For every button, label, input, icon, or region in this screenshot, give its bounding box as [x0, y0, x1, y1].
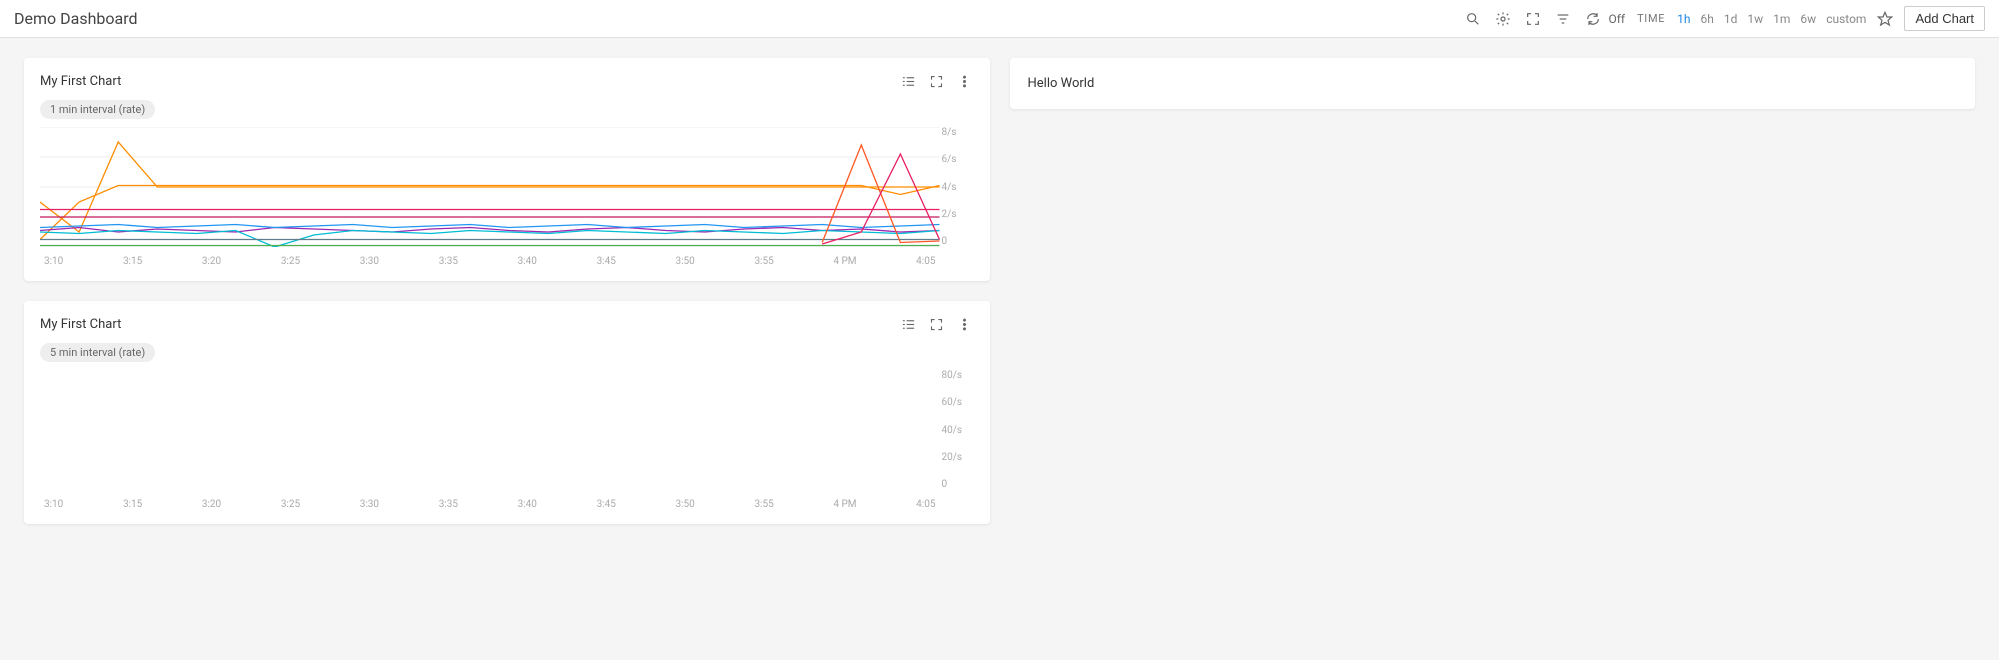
y-tick: 60/s: [940, 397, 974, 408]
star-icon[interactable]: [1874, 8, 1896, 30]
time-range-selector: 1h 6h 1d 1w 1m 6w custom: [1677, 12, 1866, 26]
y-tick: 6/s: [940, 154, 974, 165]
header-toolbar: Off TIME 1h 6h 1d 1w 1m 6w custom Add Chart: [1462, 6, 1985, 31]
y-tick: 0: [940, 236, 974, 247]
dashboard-title: Demo Dashboard: [14, 9, 138, 28]
x-tick: 3:30: [360, 499, 379, 510]
y-tick: 2/s: [940, 209, 974, 220]
x-tick: 3:25: [281, 256, 300, 267]
refresh-control[interactable]: Off: [1582, 8, 1625, 30]
x-tick: 3:50: [676, 499, 695, 510]
y-tick: 40/s: [940, 425, 974, 436]
x-tick: 3:15: [123, 499, 142, 510]
x-tick: 4 PM: [833, 499, 856, 510]
fullscreen-icon[interactable]: [1522, 8, 1544, 30]
dashboard-workspace: My First Chart 1 min interval (rate) 8/s…: [0, 38, 1999, 544]
x-tick: 4:05: [916, 499, 935, 510]
interval-badge: 1 min interval (rate): [40, 100, 155, 119]
x-tick: 3:55: [754, 499, 773, 510]
x-tick: 3:10: [44, 256, 63, 267]
line-chart: 8/s 6/s 4/s 2/s 0 3:10 3:15 3:20 3:25 3:30 3:35 3:…: [40, 127, 974, 267]
x-tick: 3:45: [597, 256, 616, 267]
chart-title: My First Chart: [40, 317, 121, 332]
x-tick: 3:50: [676, 256, 695, 267]
x-tick: 3:35: [439, 499, 458, 510]
x-tick: 3:20: [202, 256, 221, 267]
time-range-6w[interactable]: 6w: [1800, 12, 1816, 26]
text-panel: Hello World: [1010, 58, 1976, 109]
time-range-1w[interactable]: 1w: [1747, 12, 1763, 26]
chart-title: My First Chart: [40, 74, 121, 89]
y-tick: 80/s: [940, 370, 974, 381]
chart-panel-2: My First Chart 5 min interval (rate) 80/…: [24, 301, 990, 524]
time-range-1h[interactable]: 1h: [1677, 12, 1690, 26]
x-tick: 3:40: [518, 499, 537, 510]
expand-icon[interactable]: [928, 72, 946, 90]
x-tick: 3:30: [360, 256, 379, 267]
time-range-1m[interactable]: 1m: [1773, 12, 1790, 26]
more-icon[interactable]: [956, 72, 974, 90]
x-tick: 3:55: [754, 256, 773, 267]
x-tick: 3:40: [518, 256, 537, 267]
x-tick: 4:05: [916, 256, 935, 267]
y-tick: 20/s: [940, 452, 974, 463]
y-tick: 8/s: [940, 127, 974, 138]
x-tick: 3:35: [439, 256, 458, 267]
refresh-icon: [1582, 8, 1604, 30]
bar-chart: 80/s 60/s 40/s 20/s 0 3:10 3:15 3:20 3:25 3:30 3:…: [40, 370, 974, 510]
filter-icon[interactable]: [1552, 8, 1574, 30]
expand-icon[interactable]: [928, 315, 946, 333]
interval-badge: 5 min interval (rate): [40, 343, 155, 362]
x-tick: 3:10: [44, 499, 63, 510]
app-header: Demo Dashboard Off TIME 1h 6h 1d 1w 1m 6w cust…: [0, 0, 1999, 38]
legend-icon[interactable]: [900, 315, 918, 333]
time-range-6h[interactable]: 6h: [1701, 12, 1714, 26]
y-tick: 4/s: [940, 182, 974, 193]
x-tick: 3:15: [123, 256, 142, 267]
x-tick: 3:45: [597, 499, 616, 510]
search-icon[interactable]: [1462, 8, 1484, 30]
time-label: TIME: [1637, 12, 1665, 25]
add-chart-button[interactable]: Add Chart: [1904, 6, 1985, 31]
y-tick: 0: [940, 479, 974, 490]
time-range-1d[interactable]: 1d: [1724, 12, 1738, 26]
more-icon[interactable]: [956, 315, 974, 333]
text-content: Hello World: [1028, 76, 1095, 91]
time-range-custom[interactable]: custom: [1826, 12, 1866, 26]
gear-icon[interactable]: [1492, 8, 1514, 30]
legend-icon[interactable]: [900, 72, 918, 90]
refresh-off-label: Off: [1608, 12, 1625, 26]
x-tick: 3:25: [281, 499, 300, 510]
chart-panel-1: My First Chart 1 min interval (rate) 8/s…: [24, 58, 990, 281]
x-tick: 3:20: [202, 499, 221, 510]
x-tick: 4 PM: [833, 256, 856, 267]
